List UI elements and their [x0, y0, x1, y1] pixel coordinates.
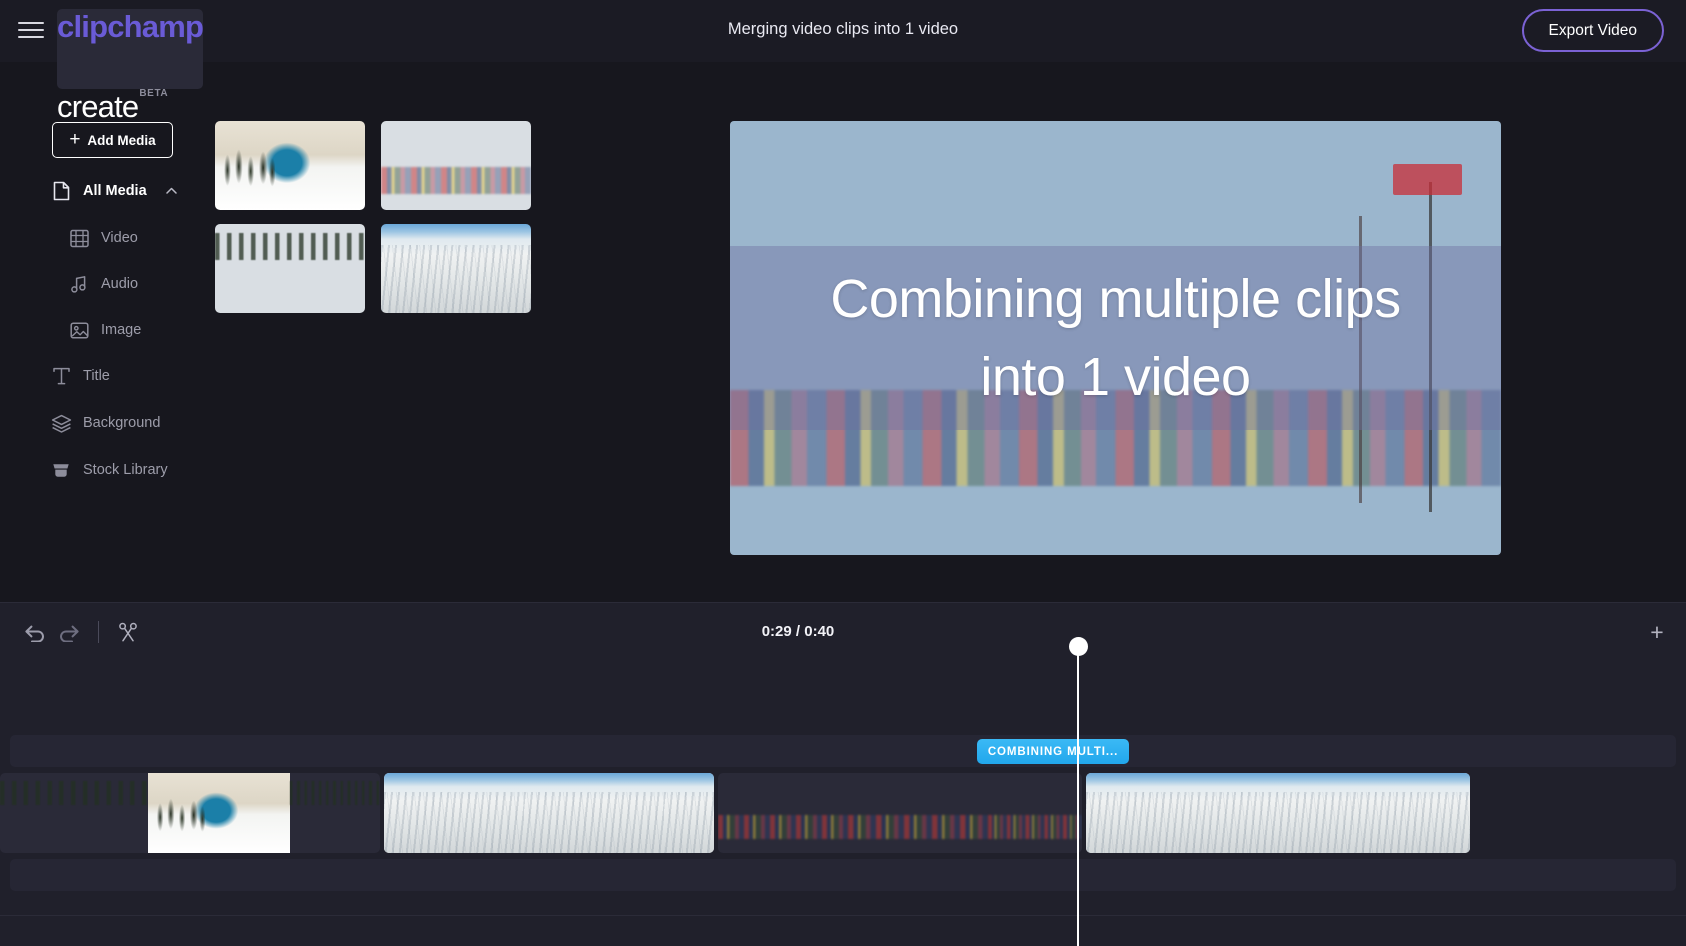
overlay-line-1: Combining multiple clips — [830, 268, 1401, 329]
timeline-extra-track[interactable] — [10, 859, 1676, 891]
sidebar-item-video[interactable]: Video — [50, 223, 210, 253]
sidebar-item-background[interactable]: Background — [50, 408, 210, 438]
clip-frame — [290, 773, 380, 853]
timeline-bottom-bar — [0, 915, 1686, 946]
add-track-plus-icon[interactable]: + — [1646, 619, 1668, 645]
sidebar-item-label: Image — [101, 322, 142, 338]
clip-frame — [384, 773, 524, 853]
media-thumbnail-ski-lift-crowd[interactable] — [381, 121, 531, 210]
timeline-body: COMBINING MULTI... — [0, 660, 1686, 946]
timeline-title-clip[interactable]: COMBINING MULTI... — [977, 739, 1129, 764]
clip-groomed-snow-1[interactable] — [384, 773, 714, 853]
sidebar-item-image[interactable]: Image — [50, 315, 210, 345]
media-library-grid — [215, 121, 531, 313]
video-preview-canvas[interactable]: Combining multiple clips into 1 video — [730, 121, 1501, 555]
overlay-line-2: into 1 video — [980, 347, 1251, 407]
stock-library-icon — [50, 459, 72, 481]
playhead-handle[interactable] — [1069, 637, 1088, 656]
media-thumbnail-groomed-snow[interactable] — [381, 224, 531, 313]
left-sidebar: + Add Media All Media Video Audio Image … — [0, 62, 200, 602]
clip-frame — [1220, 773, 1354, 853]
sidebar-item-label: Title — [83, 368, 110, 384]
sidebar-item-label: Video — [101, 230, 138, 246]
time-display: 0:29 / 0:40 — [761, 623, 835, 640]
sidebar-nav: All Media Video Audio Image Title Backgr… — [50, 176, 210, 502]
picture-icon — [68, 319, 90, 341]
sidebar-item-audio[interactable]: Audio — [50, 269, 210, 299]
timeline-title-track[interactable] — [10, 735, 1676, 767]
preview-scene-sign — [1393, 164, 1463, 195]
layers-icon — [50, 412, 72, 434]
media-thumbnail-snowy-slope[interactable] — [215, 224, 365, 313]
sidebar-item-label: All Media — [83, 183, 147, 199]
project-title[interactable]: Merging video clips into 1 video — [0, 20, 1686, 39]
preview-text-overlay[interactable]: Combining multiple clips into 1 video — [730, 246, 1501, 430]
film-icon — [68, 227, 90, 249]
music-note-icon — [68, 273, 90, 295]
clipchamp-editor: clipchamp createBETA Merging video clips … — [0, 0, 1686, 946]
media-thumbnail-snowboard-jump[interactable] — [215, 121, 365, 210]
sidebar-item-stock-library[interactable]: Stock Library — [50, 455, 210, 485]
add-media-label: Add Media — [87, 132, 156, 148]
timeline-video-track[interactable] — [0, 773, 1686, 853]
sidebar-item-title[interactable]: Title — [50, 361, 210, 391]
clip-groomed-snow-2[interactable] — [1086, 773, 1470, 853]
clip-frame — [1354, 773, 1470, 853]
clip-frame — [848, 773, 988, 853]
clip-frame — [148, 773, 290, 853]
timeline-playhead[interactable] — [1069, 637, 1088, 946]
export-video-button[interactable]: Export Video — [1521, 9, 1664, 52]
clip-frame — [988, 773, 1082, 853]
sidebar-item-label: Background — [83, 415, 161, 431]
clip-frame — [1086, 773, 1220, 853]
app-header: clipchamp createBETA Merging video clips … — [0, 0, 1686, 124]
add-media-button[interactable]: + Add Media — [52, 122, 173, 158]
clip-frame — [0, 773, 148, 853]
clip-snowboard-jump[interactable] — [0, 773, 380, 853]
clip-frame — [718, 773, 848, 853]
plus-icon: + — [69, 128, 81, 150]
text-t-icon — [50, 365, 72, 387]
document-icon — [50, 180, 72, 202]
sidebar-item-all-media[interactable]: All Media — [50, 176, 210, 206]
timeline-toolbar: 0:29 / 0:40 + — [0, 602, 1686, 660]
chevron-up-icon[interactable] — [165, 186, 177, 196]
clip-frame — [524, 773, 664, 853]
sidebar-item-label: Stock Library — [83, 462, 168, 478]
clip-ski-lift-crowd[interactable] — [718, 773, 1082, 853]
clip-frame — [664, 773, 714, 853]
sidebar-item-label: Audio — [101, 276, 139, 292]
